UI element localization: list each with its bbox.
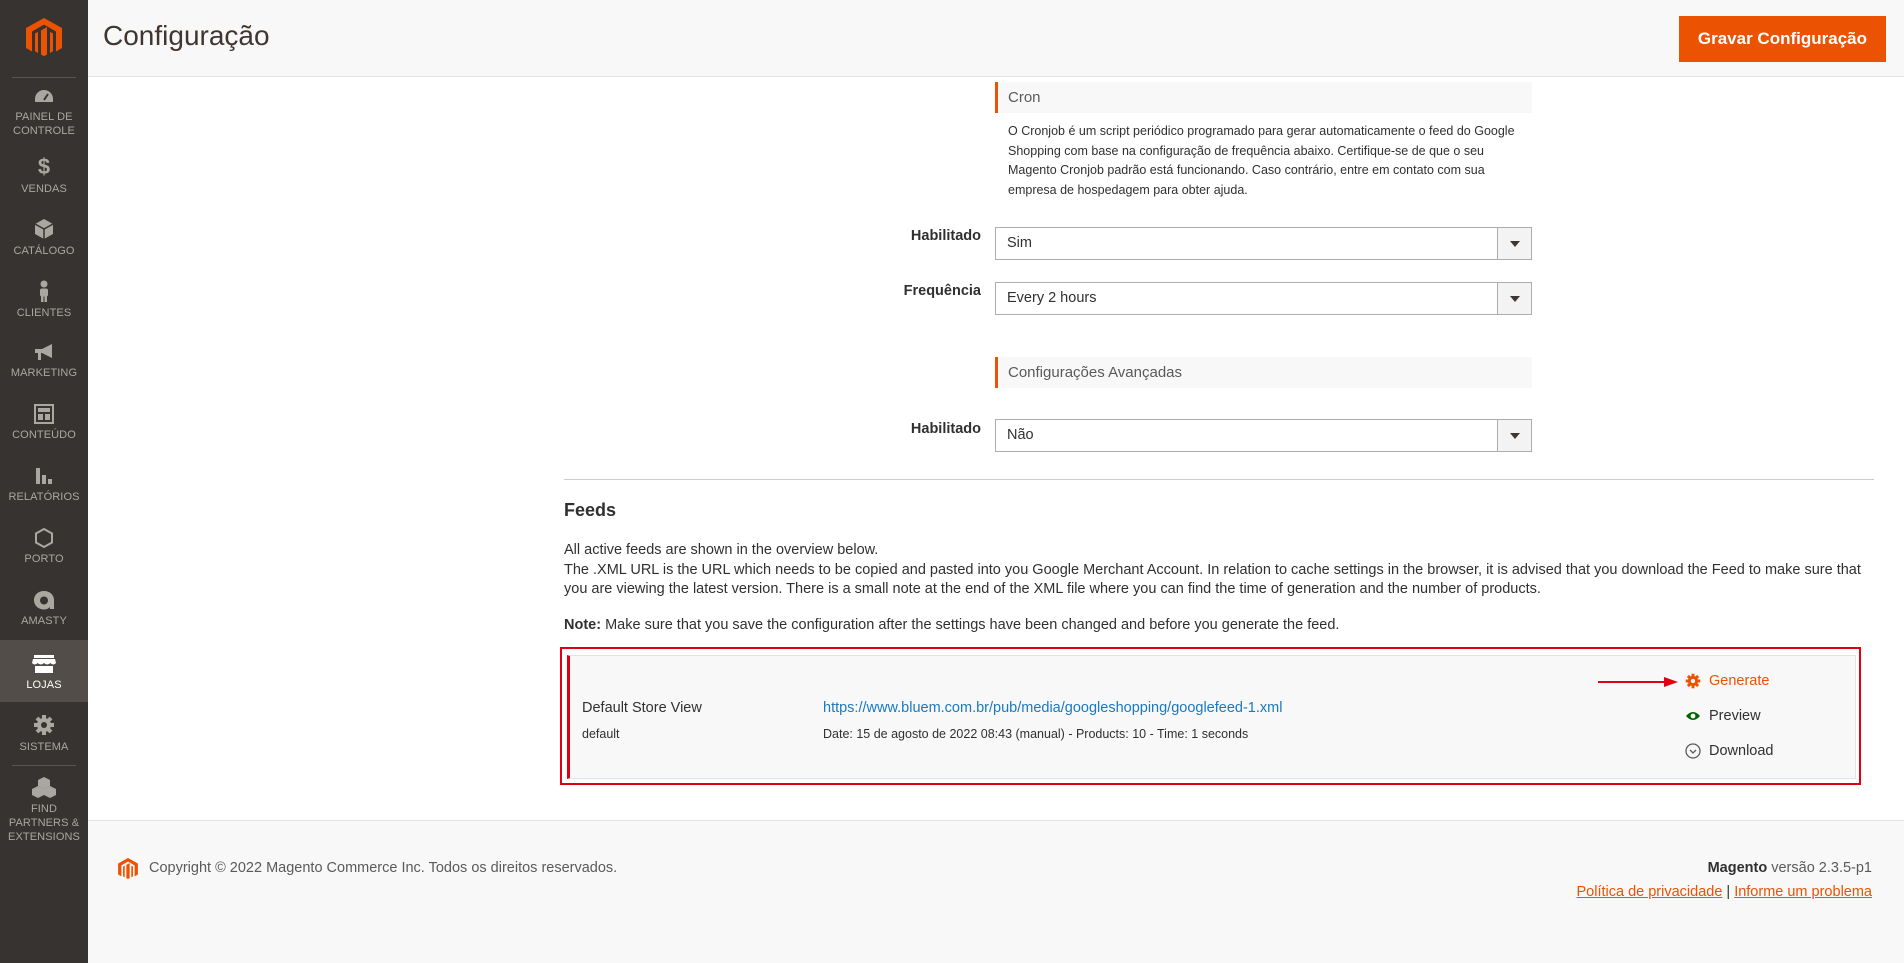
svg-text:$: $ <box>38 156 50 178</box>
cron-enabled-select[interactable]: Sim <box>995 227 1532 260</box>
bar-chart-icon <box>36 468 52 484</box>
sidebar-item-catalog[interactable]: CATÁLOGO <box>0 218 88 280</box>
person-icon <box>40 280 48 302</box>
sidebar-item-label: MARKETING <box>10 367 78 379</box>
sidebar-item-label: VENDAS <box>21 183 67 195</box>
generate-button[interactable]: Generate <box>1685 673 1769 689</box>
sidebar-item-system[interactable]: SISTEMA <box>0 714 88 776</box>
sidebar-item-sales[interactable]: $ VENDAS <box>0 156 88 218</box>
sidebar-item-marketing[interactable]: MARKETING <box>0 342 88 404</box>
magento-logo-icon <box>118 858 138 880</box>
note-text: Make sure that you save the configuratio… <box>601 617 1340 633</box>
feeds-description-line1: All active feeds are shown in the overvi… <box>564 542 879 558</box>
chevron-down-icon[interactable] <box>1497 420 1531 451</box>
feeds-title: Feeds <box>564 500 617 520</box>
sidebar-item-label: CLIENTES <box>16 307 72 319</box>
feeds-description-line2: The .XML URL is the URL which needs to b… <box>564 561 1861 598</box>
cron-enabled-label: Habilitado <box>910 228 981 244</box>
chevron-down-icon[interactable] <box>1497 228 1531 259</box>
page-footer: Copyright © 2022 Magento Commerce Inc. T… <box>88 820 1904 963</box>
generate-label: Generate <box>1709 673 1770 689</box>
advanced-section-header[interactable]: Configurações Avançadas <box>995 357 1532 388</box>
preview-label: Preview <box>1709 708 1761 724</box>
dashboard-icon <box>35 90 53 102</box>
select-value: Every 2 hours <box>1007 290 1097 306</box>
sidebar-item-label: CONTEÚDO <box>12 429 76 441</box>
version-number: versão 2.3.5-p1 <box>1767 860 1872 876</box>
amasty-icon <box>34 591 54 610</box>
footer-links: Política de privacidade | Informe um probl… <box>1577 884 1873 900</box>
sidebar-item-content[interactable]: CONTEÚDO <box>0 404 88 466</box>
feed-highlight-box: Default Store View default https://www.b… <box>560 647 1861 785</box>
privacy-policy-link[interactable]: Política de privacidade <box>1577 884 1723 900</box>
preview-button[interactable]: Preview <box>1685 708 1761 724</box>
feeds-note: Note: Make sure that you save the config… <box>564 617 1339 633</box>
feed-row: Default Store View default https://www.b… <box>567 655 1856 779</box>
divider <box>564 479 1874 480</box>
sidebar-item-label: LOJAS <box>26 679 62 691</box>
page-header: Configuração Gravar Configuração <box>88 0 1904 77</box>
store-view-name: Default Store View <box>582 700 702 716</box>
layout-icon <box>34 404 54 424</box>
sidebar-item-label: AMASTY <box>21 615 67 627</box>
magento-logo-icon[interactable] <box>26 18 62 58</box>
sidebar-item-dashboard[interactable]: PAINEL DE CONTROLE <box>0 88 88 150</box>
copyright-text: Copyright © 2022 Magento Commerce Inc. T… <box>149 860 618 876</box>
download-label: Download <box>1709 743 1774 759</box>
download-icon <box>1685 743 1701 759</box>
feed-meta: Date: 15 de agosto de 2022 08:43 (manual… <box>823 727 1249 741</box>
advanced-enabled-select[interactable]: Não <box>995 419 1532 452</box>
gear-icon <box>34 715 54 735</box>
gear-icon <box>1685 673 1701 689</box>
report-issue-link[interactable]: Informe um problema <box>1734 884 1872 900</box>
link-separator: | <box>1726 884 1731 900</box>
page-title: Configuração <box>103 20 270 51</box>
cron-frequency-select[interactable]: Every 2 hours <box>995 282 1532 315</box>
advanced-enabled-label: Habilitado <box>910 421 981 437</box>
store-code: default <box>582 727 620 741</box>
select-value: Não <box>1007 427 1034 443</box>
save-config-button[interactable]: Gravar Configuração <box>1678 16 1886 62</box>
cubes-icon <box>32 777 56 798</box>
select-value: Sim <box>1007 235 1032 251</box>
cron-frequency-label: Frequência <box>903 283 981 299</box>
sidebar-item-porto[interactable]: PORTO <box>0 528 88 590</box>
download-button[interactable]: Download <box>1685 743 1774 759</box>
sidebar-item-customers[interactable]: CLIENTES <box>0 280 88 342</box>
sidebar-item-label: RELATÓRIOS <box>8 491 80 503</box>
admin-sidebar: PAINEL DE CONTROLE $ VENDAS CATÁLOGO CLI… <box>0 0 88 963</box>
box-icon <box>34 219 54 239</box>
sidebar-item-label: PAINEL DE CONTROLE <box>13 111 75 137</box>
sidebar-item-find-partners[interactable]: FIND PARTNERS & EXTENSIONS <box>0 776 88 846</box>
feeds-description: All active feeds are shown in the overvi… <box>564 541 1876 600</box>
sidebar-item-label: CATÁLOGO <box>13 245 75 257</box>
sidebar-item-label: SISTEMA <box>19 741 69 753</box>
eye-icon <box>1686 712 1700 720</box>
note-label: Note: <box>564 617 602 633</box>
cron-comment: O Cronjob é um script periódico programa… <box>1008 124 1515 197</box>
dollar-icon: $ <box>38 156 50 178</box>
hexagon-icon <box>35 528 53 548</box>
sidebar-item-stores[interactable]: LOJAS <box>0 640 88 702</box>
sidebar-item-label: FIND PARTNERS & EXTENSIONS <box>8 803 80 843</box>
sidebar-item-reports[interactable]: RELATÓRIOS <box>0 466 88 528</box>
sidebar-item-label: PORTO <box>24 553 64 565</box>
chevron-down-icon[interactable] <box>1497 283 1531 314</box>
version-text: Magento versão 2.3.5-p1 <box>1708 860 1872 876</box>
store-icon <box>32 655 56 673</box>
megaphone-icon <box>35 344 52 360</box>
brand-name: Magento <box>1707 860 1768 876</box>
feed-url-link[interactable]: https://www.bluem.com.br/pub/media/googl… <box>823 700 1282 716</box>
cron-section-header[interactable]: Cron <box>995 82 1532 113</box>
annotation-arrow-icon <box>1598 677 1678 687</box>
